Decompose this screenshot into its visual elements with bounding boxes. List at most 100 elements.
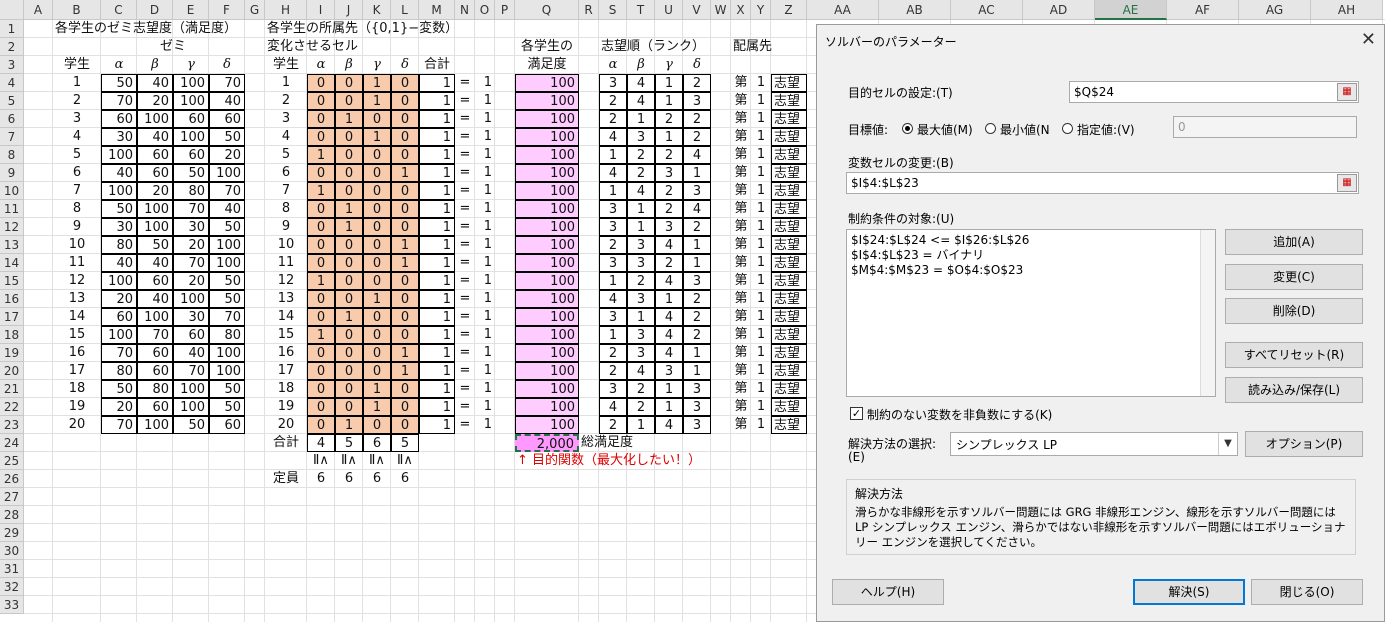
placement-rank[interactable]: 1 <box>751 236 771 254</box>
row-target[interactable]: 1 <box>475 92 495 110</box>
equals-sign[interactable]: = <box>455 218 475 236</box>
rank-value[interactable]: 3 <box>627 290 655 308</box>
preference-value[interactable]: 80 <box>101 362 137 380</box>
heading-satisfaction[interactable]: 各学生の <box>515 38 579 56</box>
placement-dai[interactable]: 第 <box>731 362 751 380</box>
header-zemi-name[interactable]: δ <box>683 56 711 74</box>
heading-assignment[interactable]: 各学生の所属先（{0,1}−変数） <box>265 20 458 38</box>
preference-value[interactable]: 20 <box>173 236 209 254</box>
rank-value[interactable]: 4 <box>599 164 627 182</box>
row-header[interactable]: 17 <box>0 308 24 326</box>
header-zemi-name[interactable]: γ <box>173 56 209 74</box>
student-id[interactable]: 18 <box>53 380 101 398</box>
leq-sign[interactable]: Ⅱ∧ <box>363 452 391 470</box>
placement-rank[interactable]: 1 <box>751 344 771 362</box>
preference-value[interactable]: 40 <box>137 74 173 92</box>
assignment-variable[interactable]: 1 <box>363 380 391 398</box>
row-total[interactable]: 1 <box>419 326 455 344</box>
chevron-down-icon[interactable]: ▼ <box>1218 433 1237 455</box>
header-zemi-name[interactable]: γ <box>363 56 391 74</box>
row-total[interactable]: 1 <box>419 416 455 434</box>
placement-rank[interactable]: 1 <box>751 362 771 380</box>
preference-value[interactable]: 60 <box>101 308 137 326</box>
rank-value[interactable]: 3 <box>627 254 655 272</box>
row-header[interactable]: 8 <box>0 146 24 164</box>
satisfaction-value[interactable]: 100 <box>515 128 579 146</box>
assignment-variable[interactable]: 0 <box>335 74 363 92</box>
assignment-variable[interactable]: 1 <box>335 110 363 128</box>
placement-dai[interactable]: 第 <box>731 308 751 326</box>
header-zemi-name[interactable]: γ <box>655 56 683 74</box>
constraint-item[interactable]: $M$4:$M$23 = $O$4:$O$23 <box>851 263 1211 278</box>
equals-sign[interactable]: = <box>455 254 475 272</box>
column-header[interactable]: N <box>455 0 475 20</box>
preference-value[interactable]: 50 <box>173 164 209 182</box>
student-id[interactable]: 10 <box>53 236 101 254</box>
equals-sign[interactable]: = <box>455 416 475 434</box>
preference-value[interactable]: 100 <box>137 200 173 218</box>
rank-value[interactable]: 1 <box>655 398 683 416</box>
preference-value[interactable]: 70 <box>173 254 209 272</box>
column-header[interactable]: J <box>335 0 363 20</box>
column-total[interactable]: 6 <box>363 434 391 452</box>
preference-value[interactable]: 80 <box>101 236 137 254</box>
rank-value[interactable]: 3 <box>627 236 655 254</box>
satisfaction-value[interactable]: 100 <box>515 362 579 380</box>
satisfaction-value[interactable]: 100 <box>515 200 579 218</box>
equals-sign[interactable]: = <box>455 236 475 254</box>
column-total[interactable]: 5 <box>335 434 363 452</box>
column-header[interactable]: G <box>245 0 265 20</box>
rank-value[interactable]: 3 <box>655 164 683 182</box>
placement-dai[interactable]: 第 <box>731 254 751 272</box>
assignment-variable[interactable]: 0 <box>391 128 419 146</box>
column-header[interactable]: U <box>655 0 683 20</box>
assignment-variable[interactable]: 0 <box>391 74 419 92</box>
student-id[interactable]: 14 <box>53 308 101 326</box>
row-header[interactable]: 14 <box>0 254 24 272</box>
placement-dai[interactable]: 第 <box>731 344 751 362</box>
preference-value[interactable]: 100 <box>209 344 245 362</box>
row-target[interactable]: 1 <box>475 290 495 308</box>
preference-value[interactable]: 100 <box>173 74 209 92</box>
preference-value[interactable]: 60 <box>209 110 245 128</box>
assignment-variable[interactable]: 0 <box>391 92 419 110</box>
row-header[interactable]: 13 <box>0 236 24 254</box>
heading-rank[interactable]: 志望順（ランク） <box>599 38 731 56</box>
student-id[interactable]: 20 <box>53 416 101 434</box>
student-id[interactable]: 19 <box>265 398 307 416</box>
value-of-input[interactable]: 0 <box>1173 116 1357 138</box>
row-target[interactable]: 1 <box>475 110 495 128</box>
assignment-variable[interactable]: 0 <box>335 128 363 146</box>
rank-value[interactable]: 3 <box>627 128 655 146</box>
assignment-variable[interactable]: 0 <box>391 308 419 326</box>
preference-value[interactable]: 40 <box>209 92 245 110</box>
preference-value[interactable]: 50 <box>137 236 173 254</box>
student-id[interactable]: 11 <box>53 254 101 272</box>
row-header[interactable]: 15 <box>0 272 24 290</box>
column-header[interactable]: P <box>495 0 515 20</box>
placement-dai[interactable]: 第 <box>731 128 751 146</box>
row-header[interactable]: 21 <box>0 380 24 398</box>
preference-value[interactable]: 40 <box>101 164 137 182</box>
student-id[interactable]: 6 <box>53 164 101 182</box>
row-header[interactable]: 16 <box>0 290 24 308</box>
preference-value[interactable]: 70 <box>101 92 137 110</box>
satisfaction-value[interactable]: 100 <box>515 110 579 128</box>
student-id[interactable]: 8 <box>265 200 307 218</box>
equals-sign[interactable]: = <box>455 200 475 218</box>
rank-value[interactable]: 2 <box>599 92 627 110</box>
student-id[interactable]: 10 <box>265 236 307 254</box>
row-total[interactable]: 1 <box>419 236 455 254</box>
placement-dai[interactable]: 第 <box>731 272 751 290</box>
assignment-variable[interactable]: 1 <box>363 290 391 308</box>
rank-value[interactable]: 3 <box>683 92 711 110</box>
student-id[interactable]: 11 <box>265 254 307 272</box>
student-id[interactable]: 1 <box>265 74 307 92</box>
column-header[interactable]: Y <box>751 0 771 20</box>
row-header[interactable]: 18 <box>0 326 24 344</box>
satisfaction-value[interactable]: 100 <box>515 416 579 434</box>
nonneg-checkbox[interactable]: ✓ <box>850 407 863 420</box>
header-zemi-name[interactable]: α <box>101 56 137 74</box>
preference-value[interactable]: 40 <box>137 254 173 272</box>
assignment-variable[interactable]: 0 <box>363 218 391 236</box>
